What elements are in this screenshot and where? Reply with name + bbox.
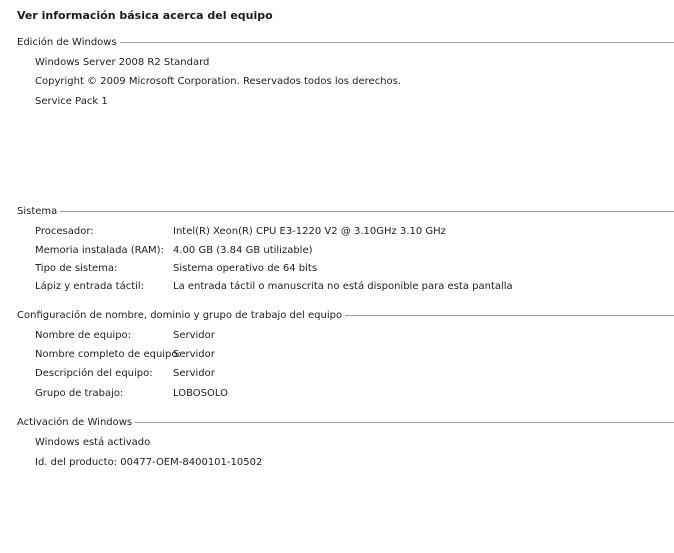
system-type-value: Sistema operativo de 64 bits <box>173 263 318 274</box>
product-id: Id. del producto: 00477-OEM-8400101-1050… <box>35 457 263 468</box>
workgroup-label: Grupo de trabajo: <box>35 388 124 399</box>
pen-touch-value: La entrada táctil o manuscrita no está d… <box>173 281 513 292</box>
processor-label: Procesador: <box>35 226 94 237</box>
section-divider <box>60 211 674 212</box>
section-system-title: Sistema <box>17 205 58 217</box>
pen-touch-label: Lápiz y entrada táctil: <box>35 281 145 292</box>
section-computer-name: Configuración de nombre, dominio y grupo… <box>17 308 674 322</box>
section-system: Sistema <box>17 204 674 218</box>
computer-name-value: Servidor <box>173 330 215 341</box>
workgroup-row: Grupo de trabajo: LOBOSOLO <box>35 387 228 401</box>
windows-edition-name: Windows Server 2008 R2 Standard <box>35 57 210 68</box>
full-computer-name-label: Nombre completo de equipo: <box>35 349 181 360</box>
full-computer-name-value: Servidor <box>173 349 215 360</box>
ram-value: 4.00 GB (3.84 GB utilizable) <box>173 245 313 256</box>
service-pack-text: Service Pack 1 <box>35 96 108 107</box>
activation-status: Windows está activado <box>35 437 151 448</box>
full-computer-name-row: Nombre completo de equipo: Servidor <box>35 348 215 362</box>
system-type-row: Tipo de sistema: Sistema operativo de 64… <box>35 262 317 276</box>
computer-name-row: Nombre de equipo: Servidor <box>35 329 215 343</box>
pen-touch-row: Lápiz y entrada táctil: La entrada tácti… <box>35 280 513 294</box>
processor-row: Procesador: Intel(R) Xeon(R) CPU E3-1220… <box>35 225 446 239</box>
section-windows-edition-title: Edición de Windows <box>17 36 117 48</box>
section-divider <box>135 422 674 423</box>
computer-name-label: Nombre de equipo: <box>35 330 132 341</box>
computer-description-label: Descripción del equipo: <box>35 368 153 379</box>
workgroup-value: LOBOSOLO <box>173 388 228 399</box>
system-type-label: Tipo de sistema: <box>35 263 118 274</box>
computer-description-value: Servidor <box>173 368 215 379</box>
ram-row: Memoria instalada (RAM): 4.00 GB (3.84 G… <box>35 244 313 258</box>
section-windows-edition: Edición de Windows <box>17 35 674 49</box>
processor-value: Intel(R) Xeon(R) CPU E3-1220 V2 @ 3.10GH… <box>173 226 446 237</box>
section-computer-name-title: Configuración de nombre, dominio y grupo… <box>17 309 343 321</box>
copyright-text: Copyright © 2009 Microsoft Corporation. … <box>35 76 402 87</box>
section-activation: Activación de Windows <box>17 415 674 429</box>
section-activation-title: Activación de Windows <box>17 416 133 428</box>
section-divider <box>119 42 674 43</box>
page-title: Ver información básica acerca del equipo <box>17 9 273 22</box>
computer-description-row: Descripción del equipo: Servidor <box>35 367 215 381</box>
section-divider <box>345 315 674 316</box>
ram-label: Memoria instalada (RAM): <box>35 245 164 256</box>
